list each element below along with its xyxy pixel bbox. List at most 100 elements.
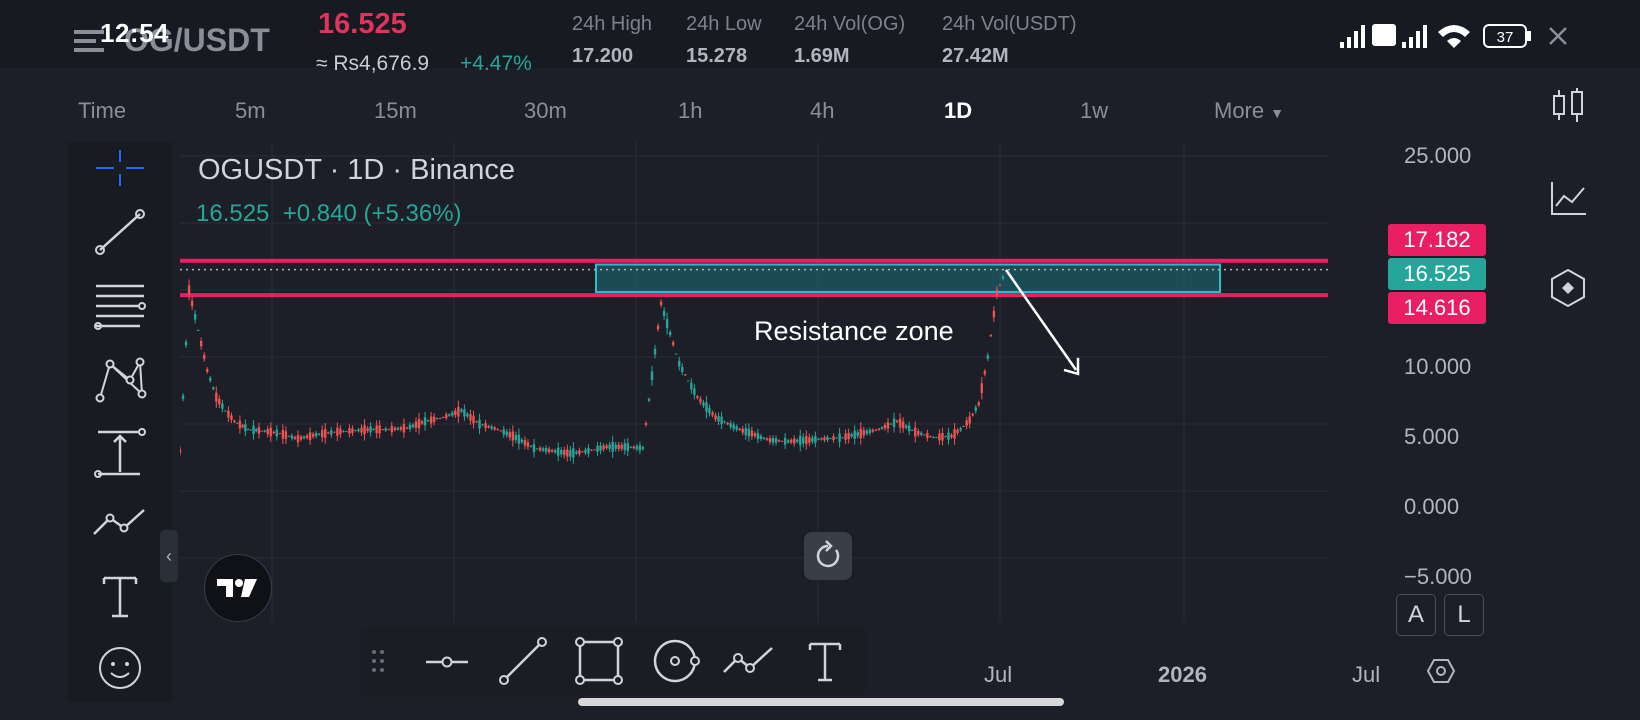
y-axis-label: 10.000 [1404, 354, 1472, 379]
candle-body [566, 449, 569, 457]
candle-body [311, 433, 315, 437]
candle-body [317, 433, 321, 435]
candle-body [786, 440, 790, 443]
stat-vol-usdt-value: 27.42M [942, 45, 1009, 67]
candle-body [635, 446, 639, 450]
candle-body [557, 447, 560, 456]
candle-body [255, 429, 258, 432]
text-icon[interactable] [798, 636, 852, 686]
candle-body [935, 437, 938, 439]
summary-price: 16.525 [196, 200, 270, 227]
candle-body [544, 447, 548, 452]
price-tag-lower: 14.616 [1388, 292, 1486, 324]
timeframe-more[interactable]: More ▼ [1214, 98, 1284, 124]
candle-body [505, 431, 508, 436]
candle-body [348, 428, 351, 434]
candle-body [590, 449, 593, 451]
candle-body [938, 433, 941, 441]
candle-body [405, 427, 409, 429]
reset-chart-button[interactable] [804, 532, 852, 580]
candle-body [305, 435, 309, 438]
candle-body [690, 382, 693, 390]
candle-body [508, 432, 511, 438]
candle-body [714, 415, 717, 420]
trend-line-icon[interactable] [496, 636, 550, 686]
circle-icon[interactable] [648, 636, 702, 686]
bottom-drawing-toolbar [360, 626, 866, 696]
timeframe-1w[interactable]: 1w [1080, 98, 1108, 124]
candle-body [520, 439, 524, 443]
candle-body [235, 422, 239, 424]
candle-body [862, 430, 865, 436]
candle-body [448, 414, 451, 416]
candle-body [396, 427, 400, 430]
candle-body [511, 431, 515, 441]
timeframe-1d[interactable]: 1D [944, 98, 972, 124]
timeframe-time[interactable]: Time [78, 98, 126, 124]
candlestick-icon[interactable] [1546, 84, 1590, 128]
candle-body [563, 450, 566, 456]
drag-handle-icon[interactable] [366, 636, 392, 686]
candle-body [339, 428, 342, 435]
candle-body [354, 430, 357, 432]
candle-body [986, 355, 990, 359]
candle-body [321, 430, 324, 438]
horizontal-line-icon[interactable] [420, 636, 474, 686]
fib-retracement-icon[interactable] [90, 280, 150, 332]
log-scale-button[interactable]: L [1444, 594, 1484, 636]
candle-body [445, 414, 448, 418]
indicators-icon[interactable] [1546, 176, 1590, 220]
candle-body [466, 413, 469, 417]
candle-body [747, 428, 751, 437]
resistance-zone-label[interactable]: Resistance zone [754, 316, 954, 347]
pattern-icon[interactable] [90, 354, 150, 406]
candle-body [599, 445, 602, 451]
candle-body [296, 435, 300, 443]
candle-body [756, 433, 760, 440]
candle-body [514, 434, 518, 440]
path-icon[interactable] [722, 636, 776, 686]
candle-body [426, 420, 430, 422]
measure-icon[interactable] [90, 426, 150, 478]
chart-type-icon[interactable] [1546, 266, 1590, 310]
timeframe-4h[interactable]: 4h [810, 98, 834, 124]
collapse-toolbar-tab[interactable]: ‹ [160, 530, 178, 582]
candle-body [771, 438, 775, 443]
candle-body [502, 429, 505, 435]
candle-body [998, 284, 1002, 286]
trend-line-icon[interactable] [90, 206, 150, 258]
candle-body [995, 289, 999, 296]
candle-body [269, 427, 272, 437]
candle-body [650, 371, 654, 381]
emoji-icon[interactable] [90, 642, 150, 694]
candle-body [865, 430, 869, 434]
timeframe-15m[interactable]: 15m [374, 98, 417, 124]
candle-body [617, 444, 620, 449]
candle-body [841, 437, 844, 439]
x-axis-label: Jul [984, 662, 1013, 687]
candle-body [399, 427, 403, 430]
candle-body [817, 438, 820, 440]
timeframe-selector: Time 5m 15m 30m 1h 4h 1D 1w More ▼ [60, 98, 1360, 134]
timeframe-30m[interactable]: 30m [524, 98, 567, 124]
candle-body [278, 433, 282, 435]
rectangle-icon[interactable] [572, 636, 626, 686]
candle-body [901, 421, 905, 429]
candle-body [684, 374, 687, 376]
stat-24h-low-value: 15.278 [686, 45, 748, 67]
text-tool-icon[interactable] [90, 570, 150, 622]
candle-body [314, 433, 318, 437]
chart-title: OGUSDT · 1D · Binance [198, 154, 515, 186]
auto-scale-button[interactable]: A [1396, 594, 1436, 636]
candle-body [238, 420, 242, 429]
candle-body [230, 415, 233, 421]
home-indicator[interactable] [578, 698, 1064, 706]
forecast-icon[interactable] [90, 500, 150, 552]
timeframe-1h[interactable]: 1h [678, 98, 702, 124]
candle-body [741, 428, 744, 433]
chart-settings-icon[interactable] [1426, 656, 1456, 686]
candle-body [762, 437, 766, 439]
candle-body [687, 380, 690, 382]
crosshair-icon[interactable] [90, 146, 150, 198]
timeframe-5m[interactable]: 5m [235, 98, 266, 124]
